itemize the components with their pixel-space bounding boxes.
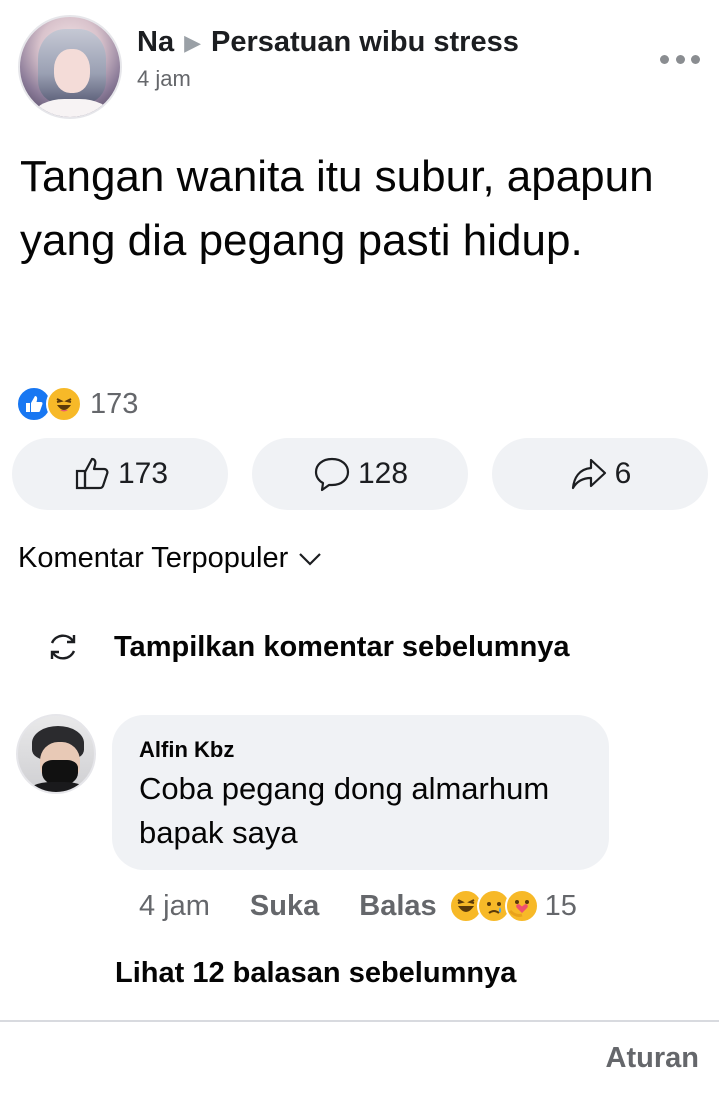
- comment-reactions[interactable]: [448, 889, 539, 923]
- author-avatar[interactable]: [18, 15, 122, 119]
- comment-author[interactable]: Alfin Kbz: [139, 737, 234, 763]
- comment-bubble[interactable]: Alfin Kbz Coba pegang dong almarhum bapa…: [112, 715, 609, 870]
- comment-bubble-icon: [314, 457, 350, 492]
- sort-label: Komentar Terpopuler: [18, 542, 289, 574]
- more-options-icon[interactable]: [660, 51, 700, 67]
- avatar-face: [54, 49, 90, 93]
- post-text: Tangan wanita itu subur, apapun yang dia…: [20, 152, 654, 265]
- post-screen: Na ▶ Persatuan wibu stress 4 jam Tangan …: [0, 0, 719, 1099]
- comment-reply-button[interactable]: Balas: [359, 890, 436, 923]
- like-count: 173: [117, 457, 169, 490]
- comment-meta: 4 jam Suka Balas 15: [139, 886, 577, 926]
- author-name[interactable]: Na: [137, 26, 174, 59]
- comment-reaction-count: 15: [544, 889, 577, 922]
- right-triangle-icon: ▶: [184, 29, 201, 55]
- show-previous-comments[interactable]: Tampilkan komentar sebelumnya: [46, 630, 570, 664]
- chevron-down-icon: [299, 552, 322, 566]
- like-button[interactable]: 173: [12, 438, 228, 510]
- post-header-line: Na ▶ Persatuan wibu stress: [137, 26, 519, 59]
- comment-button[interactable]: 128: [252, 438, 468, 510]
- view-previous-replies[interactable]: Lihat 12 balasan sebelumnya: [115, 957, 516, 990]
- commenter-avatar[interactable]: [16, 714, 96, 794]
- comment-time[interactable]: 4 jam: [139, 890, 210, 923]
- refresh-icon: [50, 634, 76, 660]
- reaction-count: 173: [90, 387, 139, 420]
- rules-link[interactable]: Aturan: [606, 1042, 699, 1075]
- reaction-summary[interactable]: 173: [16, 384, 138, 424]
- comment-sort-dropdown[interactable]: Komentar Terpopuler: [18, 542, 322, 575]
- thumbs-up-icon: [75, 457, 109, 490]
- divider: [0, 1020, 719, 1022]
- share-button[interactable]: 6: [492, 438, 708, 510]
- avatar-shoulder: [34, 99, 110, 117]
- share-count: 6: [614, 457, 632, 490]
- care-icon: [504, 889, 539, 923]
- comment-like-button[interactable]: Suka: [250, 890, 319, 923]
- post-time[interactable]: 4 jam: [137, 66, 191, 92]
- comment-text: Coba pegang dong almarhum bapak saya: [139, 771, 550, 850]
- commenter-body: [26, 782, 90, 792]
- comment-count: 128: [357, 457, 409, 490]
- haha-icon: [46, 386, 82, 422]
- share-arrow-icon: [571, 458, 606, 490]
- group-name[interactable]: Persatuan wibu stress: [211, 26, 519, 59]
- previous-comments-label: Tampilkan komentar sebelumnya: [114, 630, 570, 663]
